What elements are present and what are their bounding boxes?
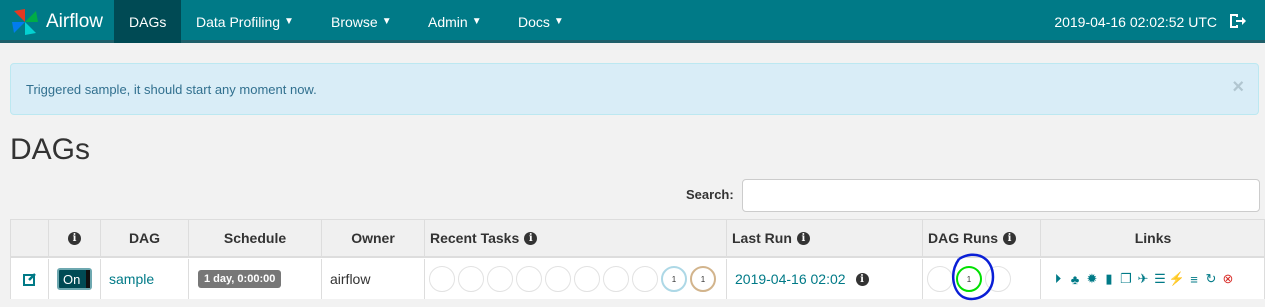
- gantt-icon[interactable]: ☰: [1153, 268, 1167, 290]
- duration-chart-icon[interactable]: ▮: [1102, 268, 1116, 290]
- task-tries-icon[interactable]: ❐: [1119, 268, 1133, 290]
- table-row: On sample 1 day, 0:00:00 airflow 1 1 201…: [11, 253, 1264, 301]
- dags-table: i DAG Schedule Owner Recent Tasks i Last…: [10, 219, 1265, 301]
- dag-runs-cell: 1: [923, 253, 1041, 301]
- task-state-circle-queued[interactable]: 1: [661, 266, 687, 292]
- tree-view-icon[interactable]: ♣: [1068, 268, 1082, 290]
- delete-icon[interactable]: ⊗: [1221, 268, 1235, 290]
- nav-data-profiling[interactable]: Data Profiling ▼: [181, 0, 309, 43]
- header-schedule[interactable]: Schedule: [189, 220, 322, 256]
- search-input[interactable]: [742, 179, 1260, 212]
- task-state-circle-scheduled[interactable]: 1: [690, 266, 716, 292]
- chevron-down-icon: ▼: [381, 16, 392, 27]
- info-icon[interactable]: i: [855, 272, 869, 286]
- chevron-down-icon: ▼: [553, 16, 564, 27]
- graph-view-icon[interactable]: ✹: [1085, 268, 1099, 290]
- info-icon: i: [1003, 231, 1016, 245]
- chevron-down-icon: ▼: [471, 16, 482, 27]
- owner-cell: airflow: [322, 259, 425, 299]
- page-title: DAGs: [10, 133, 91, 166]
- nav-docs[interactable]: Docs ▼: [503, 0, 579, 43]
- task-state-circle[interactable]: [487, 266, 513, 292]
- dag-on-toggle[interactable]: On: [57, 268, 92, 290]
- nav-browse-label: Browse: [331, 13, 378, 30]
- trigger-dag-icon[interactable]: ⏵: [1051, 268, 1065, 290]
- header-owner-label: Owner: [351, 230, 395, 246]
- header-dag-label: DAG: [128, 230, 161, 246]
- dag-cell: sample: [101, 259, 189, 299]
- landing-times-icon[interactable]: ✈: [1136, 268, 1150, 290]
- nav-admin[interactable]: Admin ▼: [413, 0, 497, 43]
- airflow-logo-icon: [12, 8, 38, 35]
- code-view-icon[interactable]: ⚡: [1169, 268, 1185, 290]
- nav-data-profiling-label: Data Profiling: [196, 13, 281, 30]
- task-state-circle[interactable]: [458, 266, 484, 292]
- task-state-circle[interactable]: [545, 266, 571, 292]
- logs-icon[interactable]: ≡: [1187, 268, 1201, 290]
- search-label: Search:: [686, 187, 734, 202]
- task-state-circle[interactable]: [429, 266, 455, 292]
- navbar: Airflow DAGs Data Profiling ▼ Browse ▼ Adm…: [0, 0, 1265, 43]
- header-toggle-col: [11, 220, 49, 256]
- header-dag[interactable]: DAG: [101, 220, 189, 256]
- close-icon[interactable]: ×: [1232, 76, 1244, 99]
- task-state-circle[interactable]: [574, 266, 600, 292]
- chevron-down-icon: ▼: [284, 16, 294, 27]
- task-state-circle[interactable]: [516, 266, 542, 292]
- last-run-link[interactable]: 2019-04-16 02:02: [735, 271, 846, 287]
- schedule-cell: 1 day, 0:00:00: [189, 259, 322, 299]
- refresh-icon[interactable]: ↻: [1204, 268, 1218, 290]
- owner-value: airflow: [330, 271, 371, 287]
- last-run-cell: 2019-04-16 02:02 i: [727, 259, 923, 299]
- header-links: Links: [1041, 220, 1265, 256]
- alert-message: Triggered sample, it should start any mo…: [26, 81, 317, 97]
- server-time: 2019-04-16 02:02:52 UTC: [1054, 13, 1217, 30]
- header-info-col: i: [49, 220, 101, 256]
- recent-tasks-cell: 1 1: [425, 259, 727, 299]
- brand-label: Airflow: [46, 10, 104, 32]
- task-state-circle[interactable]: [603, 266, 629, 292]
- info-icon: i: [68, 231, 81, 245]
- nav-dags-label: DAGs: [129, 13, 167, 30]
- airflow-brand[interactable]: Airflow: [10, 0, 103, 43]
- header-last-run[interactable]: Last Run i: [727, 220, 923, 256]
- table-header: i DAG Schedule Owner Recent Tasks i Last…: [11, 220, 1264, 258]
- nav-browse[interactable]: Browse ▼: [316, 0, 407, 43]
- header-links-label: Links: [1134, 230, 1172, 246]
- schedule-badge: 1 day, 0:00:00: [198, 270, 282, 288]
- header-recent-tasks-label: Recent Tasks: [430, 230, 520, 246]
- nav-dags[interactable]: DAGs: [114, 0, 182, 43]
- header-dag-runs-label: DAG Runs: [928, 230, 998, 246]
- logout-icon[interactable]: [1227, 11, 1247, 31]
- header-owner[interactable]: Owner: [322, 220, 425, 256]
- info-icon: i: [524, 231, 538, 245]
- header-schedule-label: Schedule: [223, 230, 287, 246]
- nav-docs-label: Docs: [518, 13, 550, 30]
- task-state-circle[interactable]: [632, 266, 658, 292]
- dag-link[interactable]: sample: [109, 271, 154, 287]
- toggle-label: On: [63, 271, 81, 287]
- edit-icon[interactable]: [22, 272, 37, 286]
- header-last-run-label: Last Run: [732, 230, 792, 246]
- info-icon: i: [796, 231, 810, 245]
- toggle-cell: On: [49, 259, 101, 299]
- nav-admin-label: Admin: [428, 13, 468, 30]
- edit-cell: [11, 259, 49, 299]
- info-alert: Triggered sample, it should start any mo…: [10, 63, 1259, 115]
- links-icons: ⏵ ♣ ✹ ▮ ❐ ✈ ☰ ⚡ ≡ ↻ ⊗: [1051, 268, 1235, 290]
- header-recent-tasks[interactable]: Recent Tasks i: [425, 220, 727, 256]
